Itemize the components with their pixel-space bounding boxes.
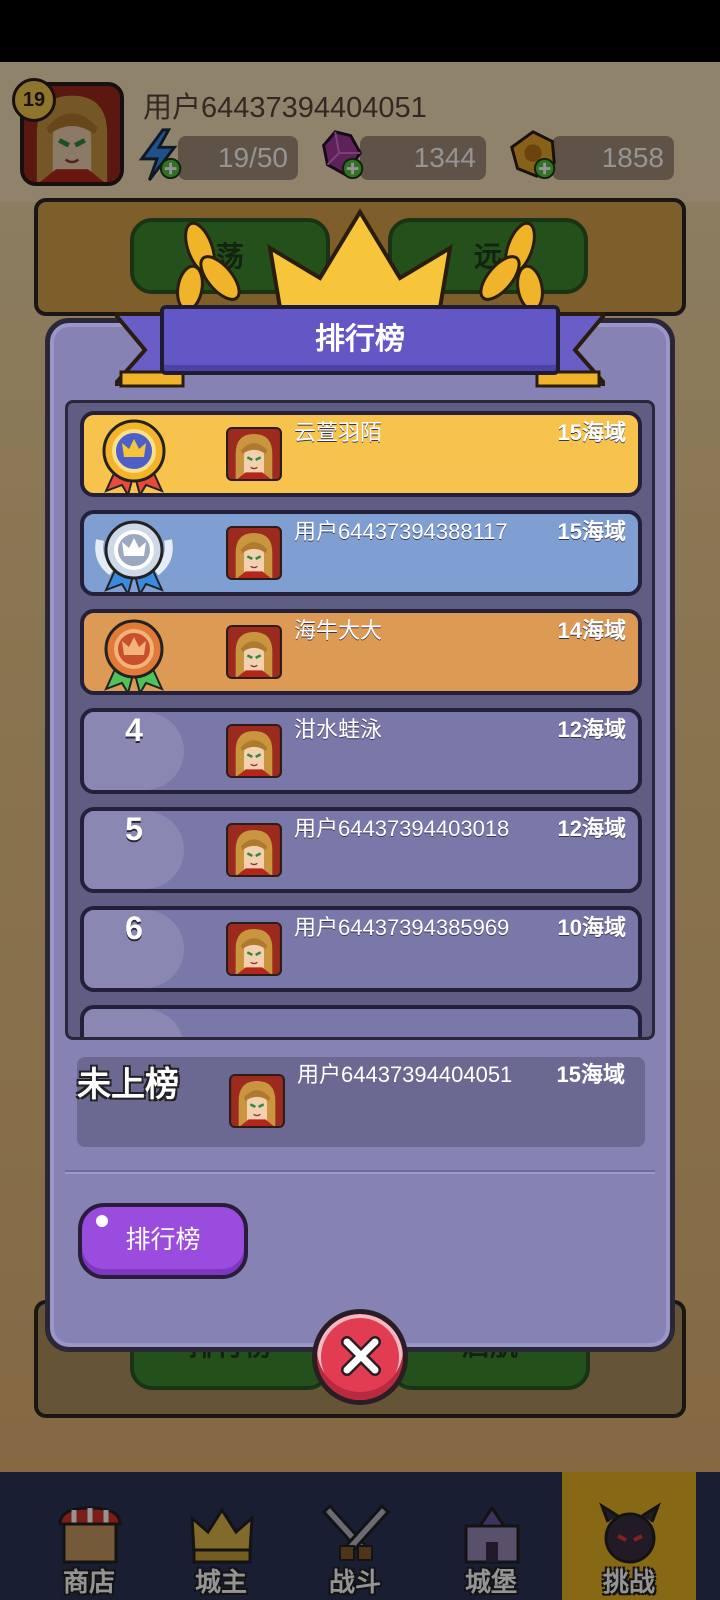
row-avatar xyxy=(226,823,282,877)
leaderboard-row-2[interactable]: 用户64437394388117 15海域 xyxy=(80,510,642,596)
row-rank-number: 6 xyxy=(125,910,143,946)
avatar-portrait-icon xyxy=(228,825,280,875)
avatar-portrait-icon xyxy=(231,1076,283,1126)
bronze-medal-icon xyxy=(104,619,164,693)
rank-tab xyxy=(84,1009,184,1037)
my-rank-label: 未上榜 xyxy=(77,1066,179,1104)
row-score: 12海域 xyxy=(557,717,626,742)
row-player-name: 用户64437394403018 xyxy=(294,816,510,841)
my-avatar xyxy=(229,1074,285,1128)
leaderboard-button-label: 排行榜 xyxy=(125,1226,201,1254)
avatar-portrait-icon xyxy=(228,726,280,776)
avatar-portrait-icon xyxy=(228,429,280,479)
row-rank-number: 4 xyxy=(125,712,143,748)
row-avatar xyxy=(226,427,282,481)
modal-title: 排行榜 xyxy=(160,305,560,375)
close-icon xyxy=(341,1336,381,1376)
row-avatar xyxy=(226,724,282,778)
row-player-name: 用户64437394388117 xyxy=(294,519,508,544)
row-score: 15海域 xyxy=(557,420,626,445)
row-score: 12海域 xyxy=(557,816,626,841)
gold-medal-icon xyxy=(102,419,166,495)
avatar-portrait-icon xyxy=(228,924,280,974)
row-score: 10海域 xyxy=(557,915,626,940)
row-avatar xyxy=(226,922,282,976)
avatar-portrait-icon xyxy=(228,627,280,677)
row-score: 15海域 xyxy=(557,519,626,544)
close-button[interactable] xyxy=(312,1309,408,1405)
my-player-name: 用户64437394404051 xyxy=(297,1062,513,1087)
leaderboard-button[interactable]: 排行榜 xyxy=(78,1203,248,1279)
leaderboard-row-1[interactable]: 云萱羽陌 15海域 xyxy=(80,411,642,497)
row-score: 14海域 xyxy=(557,618,626,643)
leaderboard-row-3[interactable]: 海牛大大 14海域 xyxy=(80,609,642,695)
my-rank-row: 未上榜 用户64437394404051 15海域 xyxy=(77,1057,645,1147)
row-avatar xyxy=(226,625,282,679)
leaderboard-row-partial[interactable] xyxy=(80,1005,642,1037)
silver-medal-icon xyxy=(95,520,173,594)
my-score: 15海域 xyxy=(556,1062,625,1087)
status-bar xyxy=(0,0,720,62)
leaderboard-row-4[interactable]: 4 泔水蛙泳 12海域 xyxy=(80,708,642,794)
leaderboard-row-5[interactable]: 5 用户64437394403018 12海域 xyxy=(80,807,642,893)
row-player-name: 用户64437394385969 xyxy=(294,915,510,940)
row-avatar xyxy=(226,526,282,580)
avatar-portrait-icon xyxy=(228,528,280,578)
row-player-name: 泔水蛙泳 xyxy=(294,717,383,742)
button-shine xyxy=(96,1215,108,1227)
modal-divider xyxy=(65,1170,655,1174)
row-player-name: 云萱羽陌 xyxy=(294,420,383,445)
row-rank-number: 5 xyxy=(125,811,143,847)
row-player-name: 海牛大大 xyxy=(294,618,383,643)
leaderboard-list[interactable]: 云萱羽陌 15海域 用户64437394388117 15海域 海牛大大 14海… xyxy=(65,400,655,1040)
leaderboard-row-6[interactable]: 6 用户64437394385969 10海域 xyxy=(80,906,642,992)
